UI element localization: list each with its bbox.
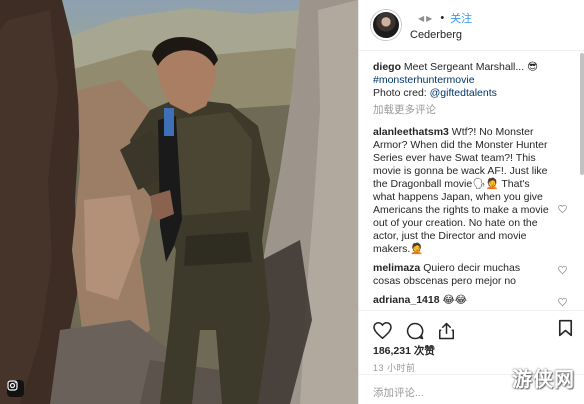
follow-button[interactable]: 关注 — [450, 10, 472, 26]
caption-text: Meet Sergeant Marshall... — [401, 61, 528, 73]
instagram-glyph-icon — [7, 380, 24, 397]
heart-icon[interactable] — [373, 322, 392, 339]
add-comment-input[interactable] — [373, 387, 493, 399]
comment-like-heart-icon[interactable] — [558, 265, 567, 278]
comment-username[interactable]: alanleethatsm3 — [373, 126, 449, 138]
comment-item: adriana_1418 😂😂 — [373, 294, 569, 307]
caption-username[interactable]: diego — [373, 61, 401, 73]
caption-emoji: 😎 — [527, 61, 539, 73]
comments-list[interactable]: diego Meet Sergeant Marshall... 😎 #monst… — [359, 51, 584, 310]
comment-username[interactable]: melimaza — [373, 262, 420, 274]
bookmark-icon[interactable] — [558, 319, 573, 337]
avatar[interactable] — [371, 10, 401, 40]
comment-text: Wtf?! No Monster Armor? When did the Mon… — [373, 126, 549, 255]
load-more-comments-link[interactable]: 加载更多评论 — [373, 104, 584, 117]
comment-item: melimaza Quiero decir muchas cosas obsce… — [373, 262, 569, 288]
previous-arrow-icon[interactable]: ◀ — [418, 14, 424, 23]
photo-cred-label: Photo cred: — [373, 87, 430, 99]
comment-text: 😂😂 — [439, 294, 468, 306]
action-row — [359, 311, 584, 342]
comment-like-heart-icon[interactable] — [558, 204, 567, 217]
comment-username[interactable]: adriana_1418 — [373, 294, 440, 306]
comment-item: alanleethatsm3 Wtf?! No Monster Armor? W… — [373, 126, 569, 256]
photo-cred-handle[interactable]: @giftedtalents — [430, 87, 497, 99]
post-actions: 186,231 次赞 13 小时前 游侠网 — [359, 310, 584, 404]
likes-count[interactable]: 186,231 次赞 — [359, 343, 584, 358]
caption-hashtag[interactable]: #monsterhuntermovie — [373, 74, 475, 86]
photo-scene — [0, 0, 358, 404]
nav-arrows: ◀ ▶ — [418, 14, 432, 23]
dot-separator: • — [440, 12, 445, 24]
post-side-panel: ◀ ▶ • 关注 Cederberg diego Meet Sergeant M… — [358, 0, 584, 404]
comment-icon[interactable] — [406, 322, 424, 340]
post-header: ◀ ▶ • 关注 Cederberg — [359, 0, 584, 51]
site-watermark-logo: 游侠网 — [512, 367, 575, 391]
comment-like-heart-icon[interactable] — [558, 297, 567, 310]
comments-scrollbar[interactable] — [580, 53, 584, 175]
post-caption: diego Meet Sergeant Marshall... 😎 #monst… — [373, 61, 563, 100]
header-text: ◀ ▶ • 关注 Cederberg — [410, 11, 472, 41]
share-icon[interactable] — [438, 322, 455, 340]
next-arrow-icon[interactable]: ▶ — [426, 14, 432, 23]
header-username[interactable]: Cederberg — [410, 29, 472, 41]
post-photo[interactable] — [0, 0, 358, 404]
